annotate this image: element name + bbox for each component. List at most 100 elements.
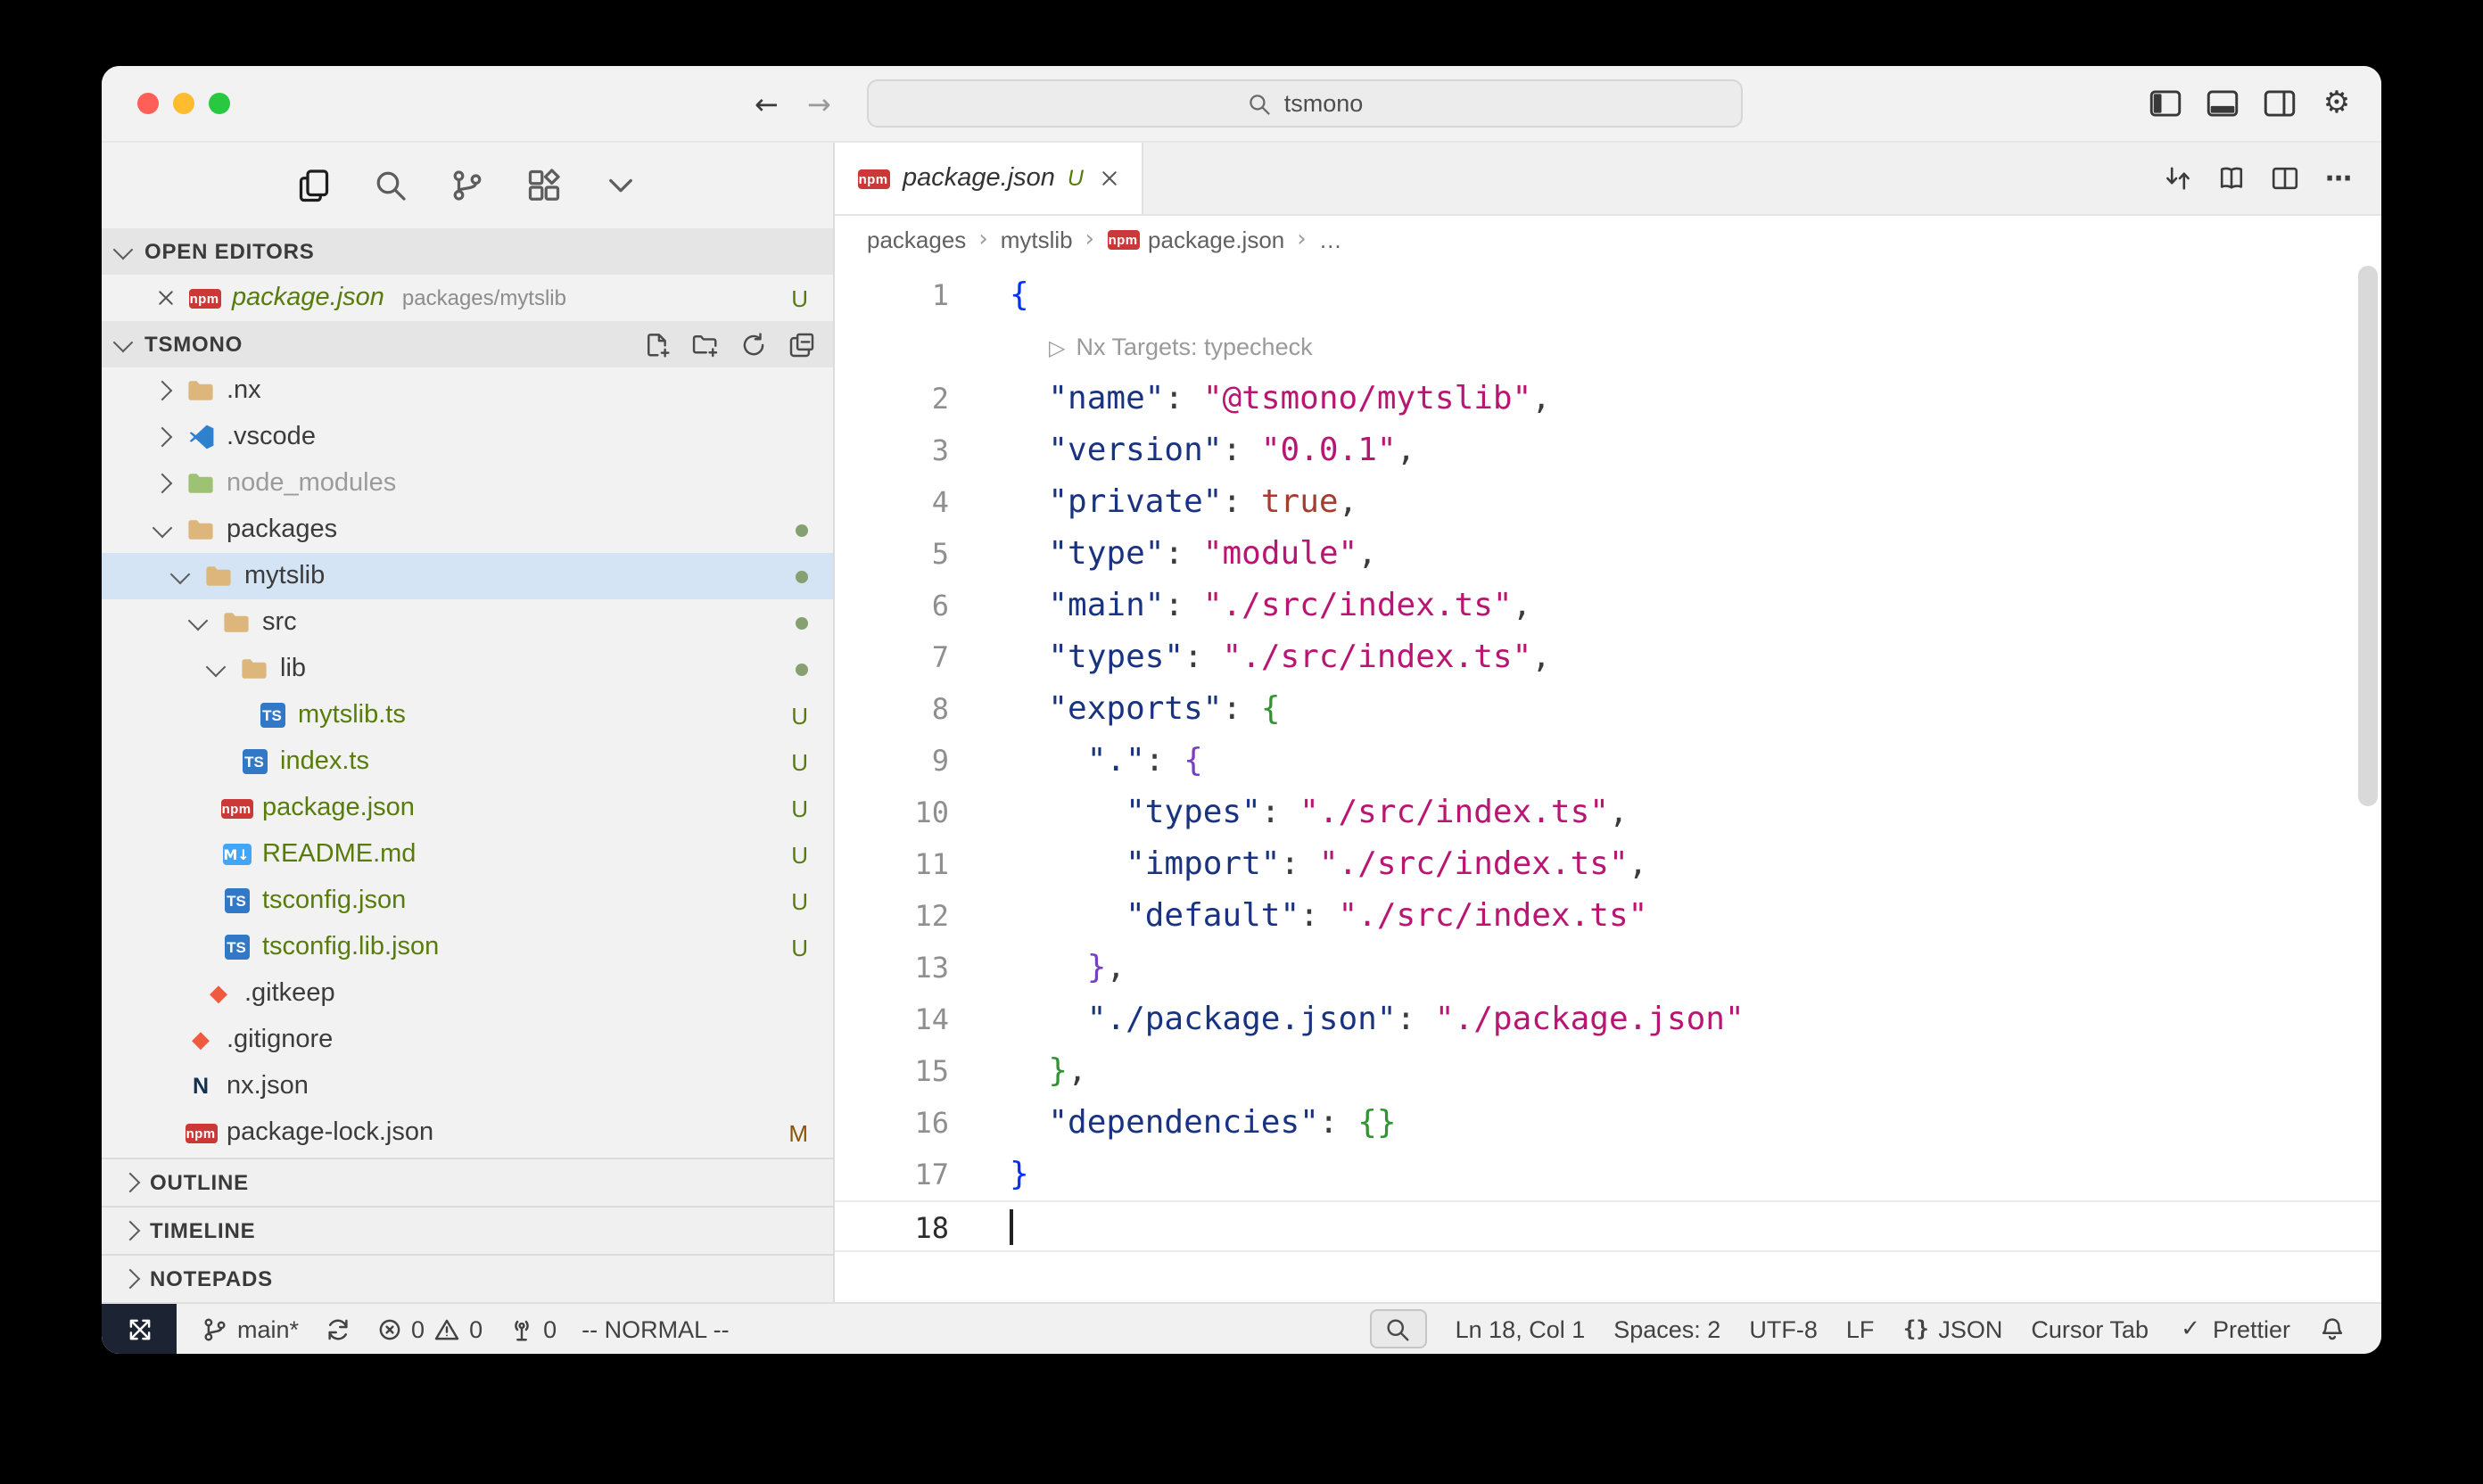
code-line-14[interactable]: 14 "./package.json": "./package.json" [835,993,2381,1045]
split-editor-icon[interactable] [2271,164,2299,193]
tree-item-package-lock.json[interactable]: npmpackage-lock.jsonM [102,1109,833,1156]
language-mode[interactable]: {}JSON [1902,1304,2002,1354]
problems[interactable]: 00 [375,1304,483,1354]
breadcrumb-item[interactable]: packages [867,226,966,252]
tree-item-index.ts[interactable]: TSindex.tsU [102,738,833,785]
navigate-forward-icon[interactable]: → [807,87,831,120]
panel-notepads[interactable]: NOTEPADS [102,1254,833,1302]
code-line-5[interactable]: 5 "type": "module", [835,528,2381,580]
open-changes-icon[interactable] [2164,164,2192,193]
explorer-root-header[interactable]: TSMONO [102,321,833,367]
eol[interactable]: LF [1846,1304,1875,1354]
activity-extensions-icon[interactable] [526,168,562,203]
remote-indicator[interactable] [102,1304,177,1354]
minimize-window-button[interactable] [173,93,194,114]
code-line-4[interactable]: 4 "private": true, [835,476,2381,528]
navigate-back-icon[interactable]: ← [755,87,779,120]
code-line-13[interactable]: 13 }, [835,942,2381,993]
command-center-search[interactable]: tsmono [867,79,1743,128]
vim-mode[interactable]: -- NORMAL -- [582,1304,730,1354]
history-navigation: ← → [755,66,831,141]
tree-item-README.md[interactable]: M↓README.mdU [102,831,833,878]
toggle-secondary-sidebar-icon[interactable] [2264,87,2296,120]
zoom-window-button[interactable] [209,93,230,114]
tree-item-lib[interactable]: lib [102,646,833,692]
open-editor-item[interactable]: npmpackage.jsonpackages/mytslibU [102,275,833,321]
check-icon: ✓ [2177,1315,2204,1342]
tree-item-label: mytslib.ts [298,701,406,730]
port-forwarding[interactable]: 0 [507,1304,557,1354]
indentation[interactable]: Spaces: 2 [1613,1304,1720,1354]
code-line-16[interactable]: 16 "dependencies": {} [835,1097,2381,1149]
tree-item-node_modules[interactable]: node_modules [102,460,833,507]
code-line-12[interactable]: 12 "default": "./src/index.ts" [835,890,2381,942]
code-line-17[interactable]: 17} [835,1149,2381,1200]
new-folder-icon[interactable] [692,331,719,358]
code-line-18[interactable]: 18 [835,1200,2381,1252]
cursor-position[interactable]: Ln 18, Col 1 [1456,1304,1586,1354]
more-actions-icon[interactable]: ⋯ [2324,164,2353,193]
panel-outline[interactable]: OUTLINE [102,1158,833,1206]
tree-item-package.json[interactable]: npmpackage.jsonU [102,785,833,831]
tree-item-.vscode[interactable]: .vscode [102,414,833,460]
open-editors-header[interactable]: OPEN EDITORS [102,228,833,275]
breadcrumb-item[interactable]: npmpackage.json [1107,226,1284,252]
code-line-8[interactable]: 8 "exports": { [835,683,2381,735]
code-line-3[interactable]: 3 "version": "0.0.1", [835,425,2381,476]
close-editor-icon[interactable] [155,287,177,309]
tree-item-packages[interactable]: packages [102,507,833,553]
scrollbar-thumb[interactable] [2358,266,2378,806]
collapse-folders-icon[interactable] [788,331,815,358]
notifications[interactable] [2319,1304,2346,1354]
remote-icon [126,1315,153,1342]
app-window: ← → tsmono ⚙ OPEN EDITORS npmpackage.jso… [102,66,2381,1354]
braces-icon: {} [1902,1315,1929,1342]
code-line-2[interactable]: 2 "name": "@tsmono/mytslib", [835,373,2381,425]
activity-more-views-icon[interactable] [603,168,639,203]
cursor-tab[interactable]: Cursor Tab [2031,1304,2149,1354]
code-line-15[interactable]: 15 }, [835,1045,2381,1097]
panel-timeline[interactable]: TIMELINE [102,1206,833,1254]
code-line-11[interactable]: 11 "import": "./src/index.ts", [835,838,2381,890]
zoom-indicator[interactable] [1370,1309,1427,1348]
tree-item-tsconfig.lib.json[interactable]: TStsconfig.lib.jsonU [102,924,833,970]
code-editor[interactable]: 1{▷Nx Targets: typecheck2 "name": "@tsmo… [835,262,2381,1302]
code-line-7[interactable]: 7 "types": "./src/index.ts", [835,631,2381,683]
settings-gear-icon[interactable]: ⚙ [2321,87,2353,120]
tree-item-tsconfig.json[interactable]: TStsconfig.jsonU [102,878,833,924]
tree-item-mytslib[interactable]: mytslib [102,553,833,599]
activity-source-control-icon[interactable] [450,168,485,203]
activity-explorer-icon[interactable] [296,168,332,203]
toggle-primary-sidebar-icon[interactable] [2149,87,2182,120]
git-branch[interactable]: main* [202,1304,299,1354]
formatter[interactable]: ✓Prettier [2177,1304,2290,1354]
codelens-nx-targets[interactable]: ▷Nx Targets: typecheck [835,321,2381,373]
line-number: 16 [835,1097,949,1149]
toggle-panel-icon[interactable] [2207,87,2239,120]
activity-search-icon[interactable] [373,168,408,203]
encoding[interactable]: UTF-8 [1749,1304,1818,1354]
close-tab-icon[interactable] [1100,168,1121,189]
new-file-icon[interactable] [644,331,671,358]
close-window-button[interactable] [137,93,159,114]
breadcrumb-separator: › [1297,226,1306,252]
open-preview-icon[interactable] [2217,164,2246,193]
breadcrumb-item[interactable]: mytslib [1001,226,1073,252]
code-line-9[interactable]: 9 ".": { [835,735,2381,787]
tab-package-json[interactable]: npm package.json U [835,143,1144,214]
twist-chevron-icon [187,610,208,631]
tree-item-src[interactable]: src [102,599,833,646]
code-line-1[interactable]: 1{ [835,269,2381,321]
line-number: 15 [835,1045,949,1097]
code-line-6[interactable]: 6 "main": "./src/index.ts", [835,580,2381,631]
tree-item-.gitkeep[interactable]: ◆.gitkeep [102,970,833,1017]
tree-item-mytslib.ts[interactable]: TSmytslib.tsU [102,692,833,738]
code-line-10[interactable]: 10 "types": "./src/index.ts", [835,787,2381,838]
refresh-explorer-icon[interactable] [740,331,767,358]
breadcrumb-item[interactable]: … [1319,226,1342,252]
tree-item-nx.json[interactable]: Nnx.json [102,1063,833,1109]
publish-changes[interactable] [324,1304,351,1354]
tree-item-.gitignore[interactable]: ◆.gitignore [102,1017,833,1063]
tree-item-.nx[interactable]: .nx [102,367,833,414]
open-editor-label: package.json [232,284,384,312]
